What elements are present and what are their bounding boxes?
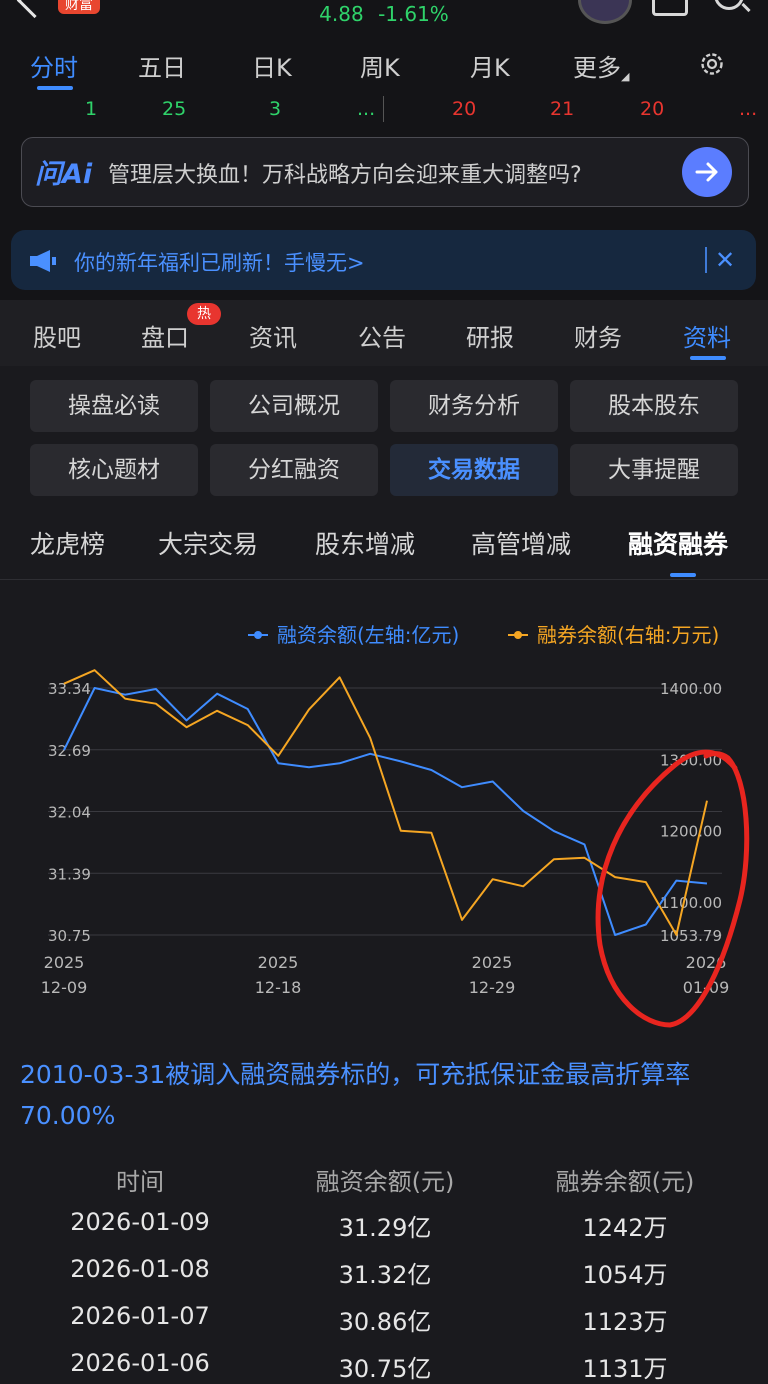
tab-monthly-k[interactable]: 月K <box>470 48 510 83</box>
tab-research[interactable]: 研报 <box>466 318 514 353</box>
ai-logo: 问Ai <box>35 159 93 190</box>
grid-button[interactable]: 操盘必读 <box>30 380 198 432</box>
x-tick-year: 2025 <box>44 953 85 972</box>
grid-button[interactable]: 财务分析 <box>390 380 558 432</box>
tab-financials[interactable]: 财务 <box>574 318 622 353</box>
tab-more-label: 更多 <box>573 54 621 82</box>
x-tick-date: 12-18 <box>255 978 302 997</box>
chart-legend: 融资余额(左轴:亿元) 融券余额(右轴:万元) <box>248 623 719 647</box>
tab-weekly-k[interactable]: 周K <box>360 48 400 83</box>
short-balance-line <box>63 669 708 936</box>
triangle-icon: ◢ <box>621 70 630 83</box>
strip-value: ... <box>357 98 376 120</box>
arrow-right-icon <box>695 162 718 182</box>
legend-short: 融券余额(右轴:万元) <box>537 623 719 647</box>
grid-button[interactable]: 公司概况 <box>210 380 378 432</box>
left-tick-label: 31.39 <box>48 865 91 883</box>
left-tick-label: 32.69 <box>48 742 91 760</box>
strip-value: 25 <box>162 98 187 120</box>
strip-value: 3 <box>269 98 282 120</box>
content-tabs: 股吧 盘口 资讯 公告 研报 财务 资料 <box>0 300 768 366</box>
tab-more[interactable]: 更多◢ <box>573 48 629 83</box>
tab-five-day[interactable]: 五日 <box>138 48 186 83</box>
divider <box>705 247 707 273</box>
x-tick-date: 12-29 <box>469 978 516 997</box>
subtab-block-trade[interactable]: 大宗交易 <box>158 525 258 561</box>
right-axis: 1400.001300.001200.001100.001053.79 <box>660 680 722 945</box>
right-tick-label: 1400.00 <box>660 680 722 698</box>
cell-short: 1242万 <box>582 1214 668 1242</box>
cell-date: 2026-01-07 <box>70 1302 210 1330</box>
gear-icon[interactable] <box>698 50 726 78</box>
divider <box>383 96 384 122</box>
hot-badge: 热 <box>187 303 221 325</box>
promo-notice-text[interactable]: 你的新年福利已刷新！手慢无> <box>74 247 365 277</box>
table-header-short: 融券余额(元) <box>555 1168 695 1196</box>
number-strip: 1 25 3 ... 20 21 20 ... <box>0 96 768 123</box>
x-tick-year: 2025 <box>472 953 513 972</box>
chart-grid <box>48 687 722 936</box>
cell-short: 1123万 <box>582 1308 668 1336</box>
tab-profile[interactable]: 资料 <box>683 318 731 353</box>
window-icon[interactable] <box>652 0 688 16</box>
tab-order-book[interactable]: 盘口 <box>141 318 189 353</box>
margin-eligibility-note: 2010-03-31被调入融资融券标的，可充抵保证金最高折算率70.00% <box>20 1060 691 1130</box>
x-tick-date: 12-09 <box>41 978 88 997</box>
left-tick-label: 33.34 <box>48 680 91 698</box>
subtab-margin[interactable]: 融资融券 <box>628 525 728 561</box>
cell-date: 2026-01-08 <box>70 1255 210 1283</box>
cell-date: 2026-01-09 <box>70 1208 210 1236</box>
left-tick-label: 30.75 <box>48 927 91 945</box>
strip-value: ... <box>739 98 758 120</box>
cell-short: 1131万 <box>582 1355 668 1383</box>
x-axis: 202512-09202512-18202512-29202601-09 <box>41 953 730 997</box>
subtab-dragon-tiger[interactable]: 龙虎榜 <box>30 525 105 561</box>
cell-financing: 31.32亿 <box>338 1261 432 1289</box>
subtab-holder-change[interactable]: 股东增减 <box>315 525 415 561</box>
cell-financing: 30.86亿 <box>338 1308 432 1336</box>
table-header-financing: 融资余额(元) <box>315 1168 455 1196</box>
strip-value: 20 <box>640 98 665 120</box>
price-change: -1.61% <box>378 2 449 26</box>
subtab-exec-change[interactable]: 高管增减 <box>471 525 571 561</box>
ai-submit-button[interactable] <box>682 147 732 197</box>
tab-announcements[interactable]: 公告 <box>358 318 406 353</box>
left-axis: 33.34 32.69 32.04 31.39 30.75 <box>48 680 91 945</box>
strip-value: 20 <box>452 98 477 120</box>
cell-date: 2026-01-06 <box>70 1349 210 1377</box>
active-tab-indicator <box>690 356 726 360</box>
tab-daily-k[interactable]: 日K <box>252 48 292 83</box>
close-icon[interactable]: ✕ <box>715 246 735 274</box>
tab-forum[interactable]: 股吧 <box>33 318 81 353</box>
tab-news[interactable]: 资讯 <box>249 318 297 353</box>
strip-value: 21 <box>550 98 575 120</box>
chart-period-tabs: 分时 五日 日K 周K 月K 更多◢ <box>0 34 768 97</box>
active-tab-indicator <box>670 573 696 577</box>
x-tick-year: 2025 <box>258 953 299 972</box>
chart-series <box>63 669 708 936</box>
legend-financing: 融资余额(左轴:亿元) <box>277 623 459 647</box>
left-tick-label: 32.04 <box>48 804 91 822</box>
right-tick-label: 1100.00 <box>660 894 722 912</box>
strip-value: 1 <box>85 98 98 120</box>
grid-button[interactable]: 大事提醒 <box>570 444 738 496</box>
grid-button[interactable]: 股本股东 <box>570 380 738 432</box>
grid-button[interactable]: 分红融资 <box>210 444 378 496</box>
table-header-date: 时间 <box>116 1168 164 1196</box>
ai-question-text[interactable]: 管理层大换血！万科战略方向会迎来重大调整吗? <box>108 157 582 189</box>
divider <box>0 579 768 580</box>
cell-financing: 31.29亿 <box>338 1214 432 1242</box>
grid-button[interactable]: 核心题材 <box>30 444 198 496</box>
megaphone-icon <box>30 250 56 272</box>
active-tab-indicator <box>37 86 73 90</box>
cell-short: 1054万 <box>582 1261 668 1289</box>
right-tick-label: 1200.00 <box>660 823 722 841</box>
margin-chart: 融资余额(左轴:亿元) 融券余额(右轴:万元) 33.3432.6932.043… <box>41 623 750 1028</box>
grid-button-active[interactable]: 交易数据 <box>390 444 558 496</box>
right-tick-label: 1053.79 <box>660 927 722 945</box>
tab-intraday[interactable]: 分时 <box>30 48 78 83</box>
last-price: 4.88 <box>319 2 364 26</box>
cell-financing: 30.75亿 <box>338 1355 432 1383</box>
